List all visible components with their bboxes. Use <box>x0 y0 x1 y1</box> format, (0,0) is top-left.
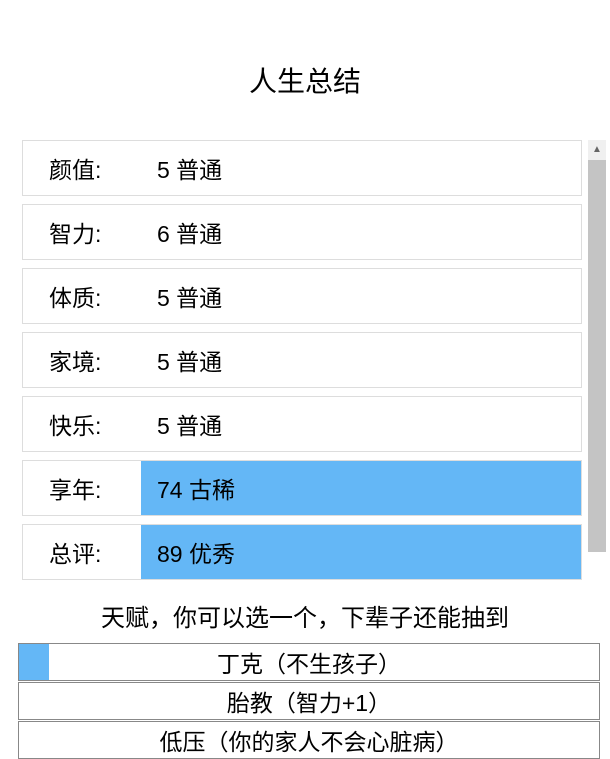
stat-label: 快乐: <box>23 407 141 441</box>
stat-value: 5 普通 <box>141 269 581 323</box>
scrollbar-thumb[interactable] <box>588 160 606 552</box>
talent-list: 丁克（不生孩子） 胎教（智力+1） 低压（你的家人不会心脏病） <box>18 643 600 759</box>
stat-row: 享年:74 古稀 <box>22 460 582 516</box>
stat-label: 总评: <box>23 535 141 569</box>
scroll-area: 颜值:5 普通智力:6 普通体质:5 普通家境:5 普通快乐:5 普通享年:74… <box>0 140 610 580</box>
stat-row: 颜值:5 普通 <box>22 140 582 196</box>
stat-value: 5 普通 <box>141 333 581 387</box>
stat-row: 体质:5 普通 <box>22 268 582 324</box>
stat-row: 总评:89 优秀 <box>22 524 582 580</box>
scrollbar-arrow-up-icon[interactable]: ▲ <box>588 140 606 158</box>
stat-label: 享年: <box>23 471 141 505</box>
talent-item-label: 低压（你的家人不会心脏病） <box>160 723 459 757</box>
stat-row: 家境:5 普通 <box>22 332 582 388</box>
talent-item[interactable]: 丁克（不生孩子） <box>18 643 600 681</box>
talent-title: 天赋，你可以选一个，下辈子还能抽到 <box>0 590 610 643</box>
stat-label: 体质: <box>23 279 141 313</box>
page-title: 人生总结 <box>0 60 610 100</box>
talent-item-label: 胎教（智力+1） <box>227 684 391 718</box>
talent-section: 天赋，你可以选一个，下辈子还能抽到 丁克（不生孩子） 胎教（智力+1） 低压（你的家… <box>0 590 610 759</box>
stat-row: 快乐:5 普通 <box>22 396 582 452</box>
stat-value: 6 普通 <box>141 205 581 259</box>
stat-row: 智力:6 普通 <box>22 204 582 260</box>
stat-value: 5 普通 <box>141 397 581 451</box>
talent-item-label: 丁克（不生孩子） <box>217 645 401 679</box>
stat-label: 智力: <box>23 215 141 249</box>
stats-list: 颜值:5 普通智力:6 普通体质:5 普通家境:5 普通快乐:5 普通享年:74… <box>22 140 582 580</box>
stat-value: 89 优秀 <box>141 525 581 579</box>
talent-item[interactable]: 胎教（智力+1） <box>18 682 600 720</box>
main-container: 人生总结 颜值:5 普通智力:6 普通体质:5 普通家境:5 普通快乐:5 普通… <box>0 0 610 746</box>
stat-value: 5 普通 <box>141 141 581 195</box>
talent-item[interactable]: 低压（你的家人不会心脏病） <box>18 721 600 759</box>
stat-value: 74 古稀 <box>141 461 581 515</box>
stat-label: 颜值: <box>23 151 141 185</box>
stat-label: 家境: <box>23 343 141 377</box>
